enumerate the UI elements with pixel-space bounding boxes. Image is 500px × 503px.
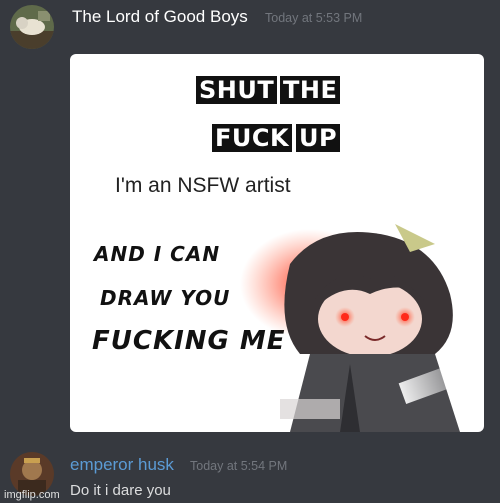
avatar-lord-of-good-boys[interactable] xyxy=(10,5,54,49)
meme-text-nsfw-artist: I'm an NSFW artist xyxy=(115,174,291,197)
meme-text-fuck: FUCK xyxy=(212,124,293,152)
meme-text-up: UP xyxy=(296,124,341,152)
meme-text-and-i-can: AND I CAN xyxy=(94,242,221,266)
username[interactable]: The Lord of Good Boys xyxy=(72,7,248,27)
message-text: Do it i dare you xyxy=(70,482,171,499)
meme-text-shut: SHUT xyxy=(196,76,278,104)
meme-text-the: THE xyxy=(280,76,341,104)
timestamp: Today at 5:54 PM xyxy=(190,459,288,473)
watermark: imgflip.com xyxy=(4,489,60,501)
timestamp: Today at 5:53 PM xyxy=(265,11,363,25)
meme-text-draw-you: DRAW YOU xyxy=(100,286,231,310)
anime-character-illustration xyxy=(240,224,484,432)
meme-image-attachment[interactable]: SHUT THE FUCK UP I'm an NSFW artist AND … xyxy=(70,54,484,432)
username[interactable]: emperor husk xyxy=(70,455,174,475)
